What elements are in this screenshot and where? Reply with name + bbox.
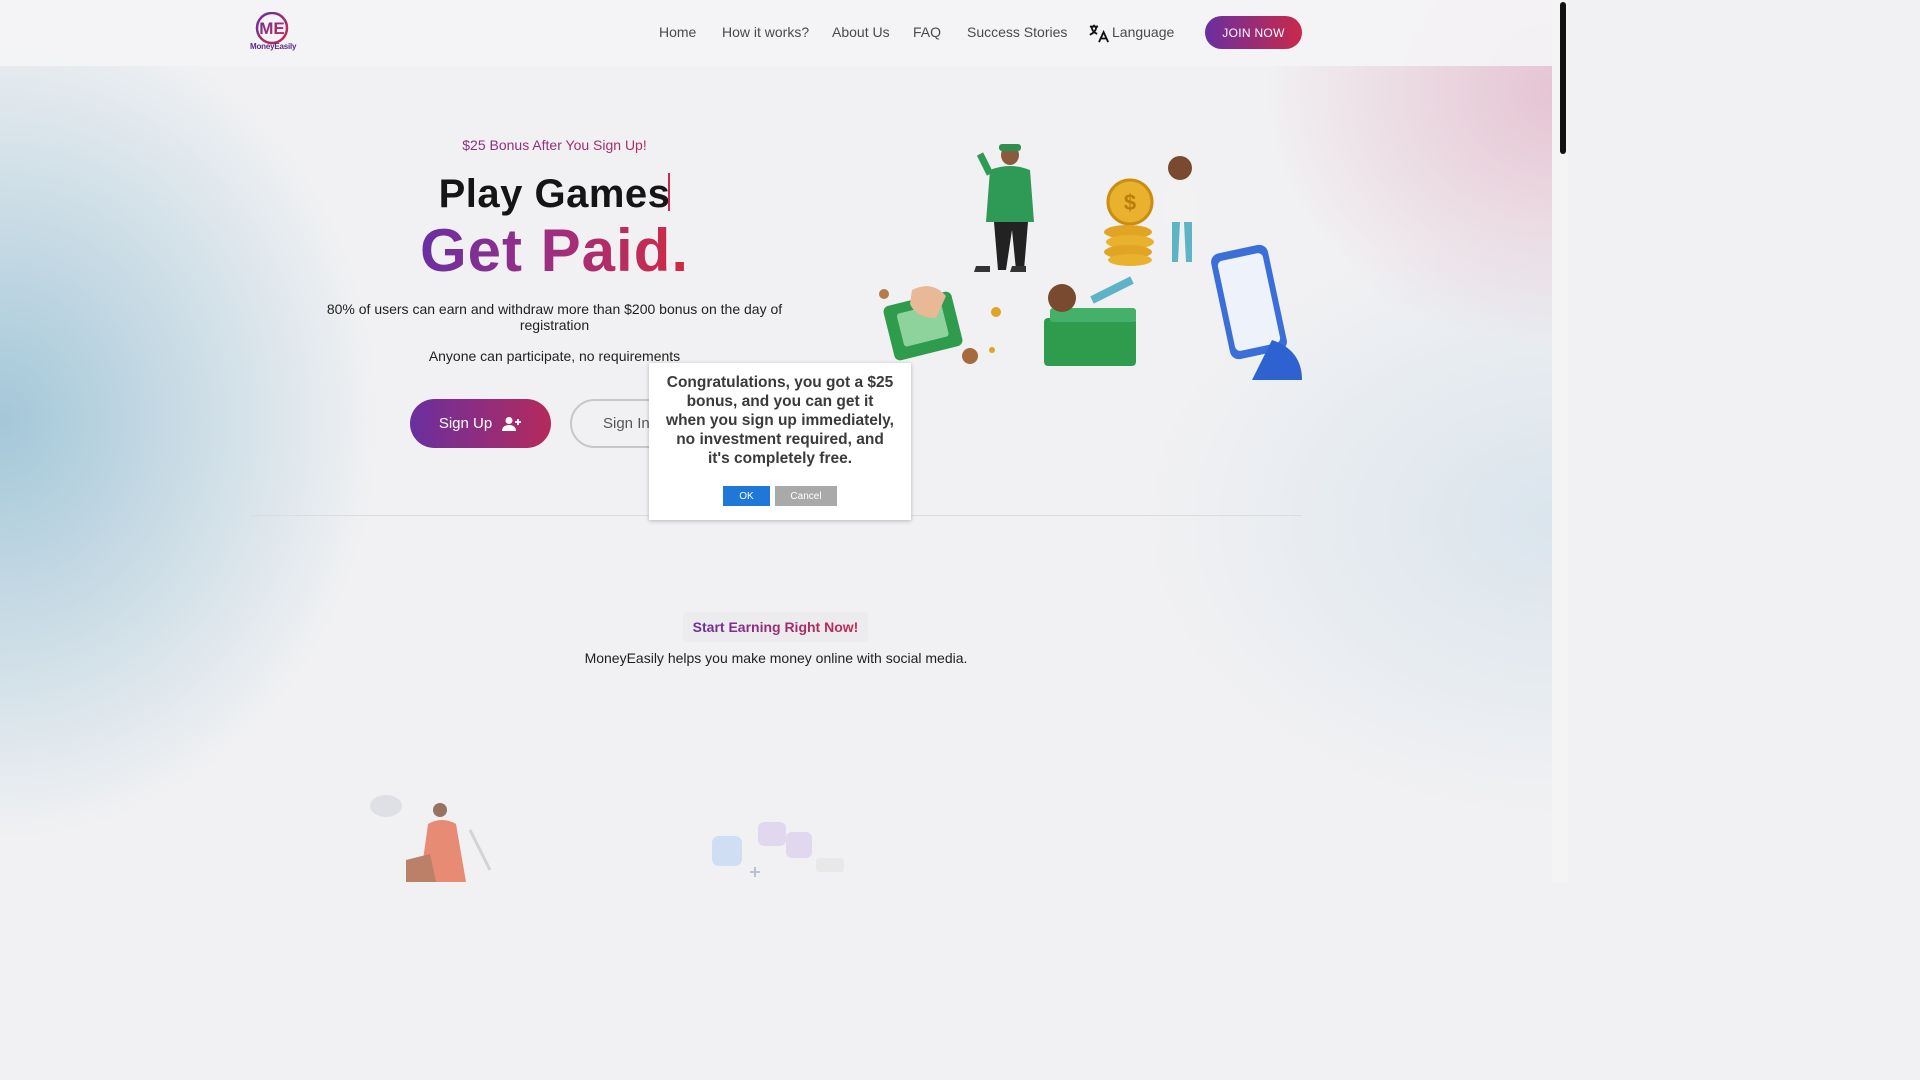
nav-about-us[interactable]: About Us [832, 24, 890, 40]
user-plus-icon [502, 416, 522, 431]
cloud-person-illustration [370, 795, 492, 882]
scrollbar-thumb[interactable] [1560, 2, 1566, 154]
social-media-icons-illustration [712, 822, 844, 877]
nav-home[interactable]: Home [659, 24, 696, 40]
headline-line2: Get Paid. [419, 217, 690, 284]
join-now-button[interactable]: JOIN NOW [1205, 16, 1302, 49]
dialog-ok-button[interactable]: OK [723, 486, 770, 506]
section-tag-label: Start Earning Right Now! [692, 619, 859, 635]
coin-stack: $ [1104, 178, 1154, 266]
translate-icon[interactable] [1088, 22, 1110, 44]
logo-wordmark: MoneyEasily [250, 42, 297, 51]
hero-description: 80% of users can earn and withdraw more … [326, 301, 783, 333]
typing-caret [668, 173, 671, 211]
nav-language[interactable]: Language [1112, 24, 1174, 40]
nav-success-stories[interactable]: Success Stories [967, 24, 1067, 40]
nav-how-it-works[interactable]: How it works? [722, 24, 809, 40]
bonus-tagline: $25 Bonus After You Sign Up! [310, 137, 799, 153]
bonus-dialog: Congratulations, you got a $25 bonus, an… [649, 363, 911, 520]
phone-in-hand [1211, 244, 1302, 380]
dialog-message: Congratulations, you got a $25 bonus, an… [666, 374, 894, 467]
hero-headline: Play Games [310, 172, 799, 217]
sign-up-button[interactable]: Sign Up [410, 399, 551, 448]
waving-woman-figure [1164, 156, 1196, 262]
hero-illustration: $ [879, 144, 1302, 380]
woman-on-cash-pile [1044, 276, 1136, 366]
money-in-hand [883, 286, 963, 361]
svg-text:$: $ [1124, 190, 1136, 215]
logo-monogram: ME [259, 19, 285, 38]
headline-line1: Play Games [438, 172, 671, 216]
section-tag: Start Earning Right Now! [683, 612, 868, 642]
section-subtitle: MoneyEasily helps you make money online … [584, 650, 968, 666]
standing-man-figure [974, 144, 1034, 272]
sign-up-label: Sign Up [438, 415, 493, 432]
hero-note: Anyone can participate, no requirements [428, 348, 681, 364]
top-navbar: ME MoneyEasily Home How it works? About … [0, 0, 1552, 66]
dialog-cancel-button[interactable]: Cancel [775, 486, 837, 506]
nav-faq[interactable]: FAQ [913, 24, 941, 40]
hero-subheadline: Get Paid. [310, 216, 799, 285]
